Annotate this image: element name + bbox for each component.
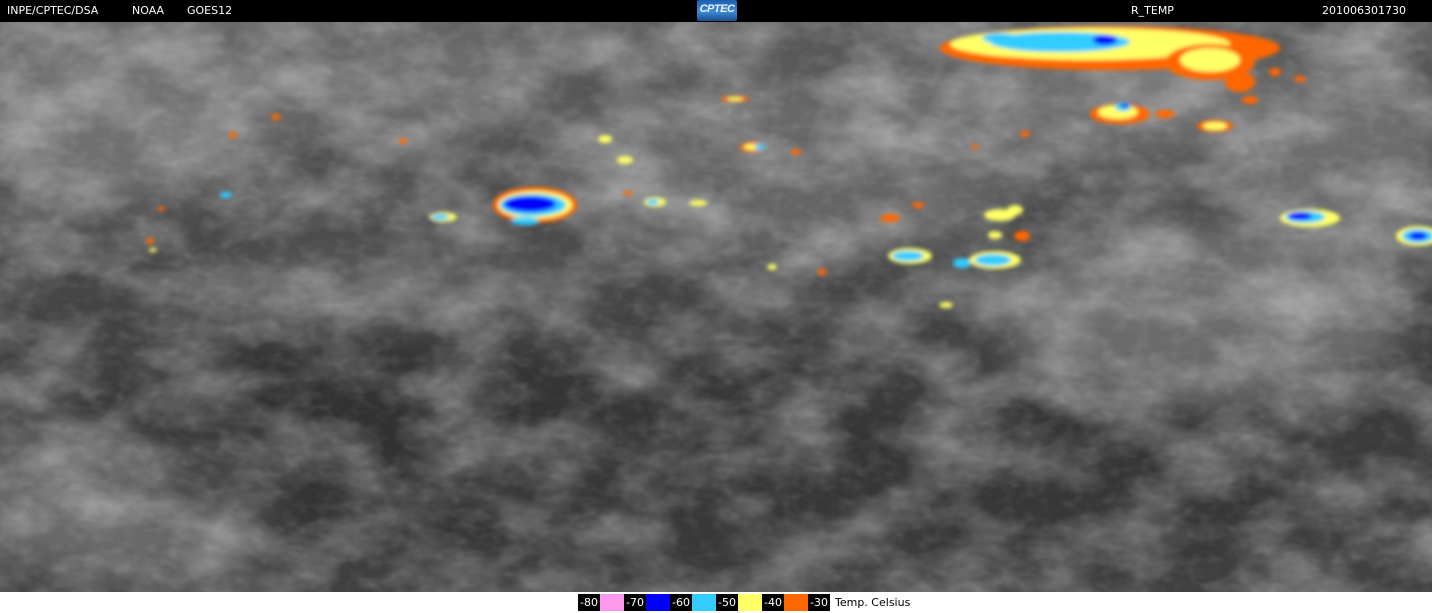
legend-swatch-70: [646, 594, 670, 611]
legend-scale: -80 -70 -60 -50 -40 -30 Temp. Celsius: [578, 594, 910, 611]
cptec-logo: CPTEC: [697, 0, 737, 21]
agency-label: NOAA: [132, 4, 165, 17]
header-bar: INPE/CPTEC/DSA NOAA GOES12 CPTEC R_TEMP …: [0, 0, 1432, 22]
legend-label-40: -40: [762, 594, 784, 611]
source-label: INPE/CPTEC/DSA: [7, 4, 99, 17]
legend-swatch-60: [692, 594, 716, 611]
legend-label-30: -30: [808, 594, 830, 611]
logo-text: CPTEC: [699, 3, 735, 15]
product-label: R_TEMP: [1131, 4, 1174, 17]
legend-units: Temp. Celsius: [835, 596, 911, 609]
legend-swatch-80: [600, 594, 624, 611]
legend-label-60: -60: [670, 594, 692, 611]
legend-label-70: -70: [624, 594, 646, 611]
satellite-image: [0, 22, 1432, 592]
satellite-label: GOES12: [187, 4, 233, 17]
fine-texture: [0, 22, 1432, 592]
legend-swatch-50: [738, 594, 762, 611]
legend-label-50: -50: [716, 594, 738, 611]
legend-swatch-40: [784, 594, 808, 611]
legend-label-80: -80: [578, 594, 600, 611]
timestamp-label: 201006301730: [1322, 4, 1406, 17]
temperature-legend: -80 -70 -60 -50 -40 -30 Temp. Celsius: [0, 592, 1432, 613]
